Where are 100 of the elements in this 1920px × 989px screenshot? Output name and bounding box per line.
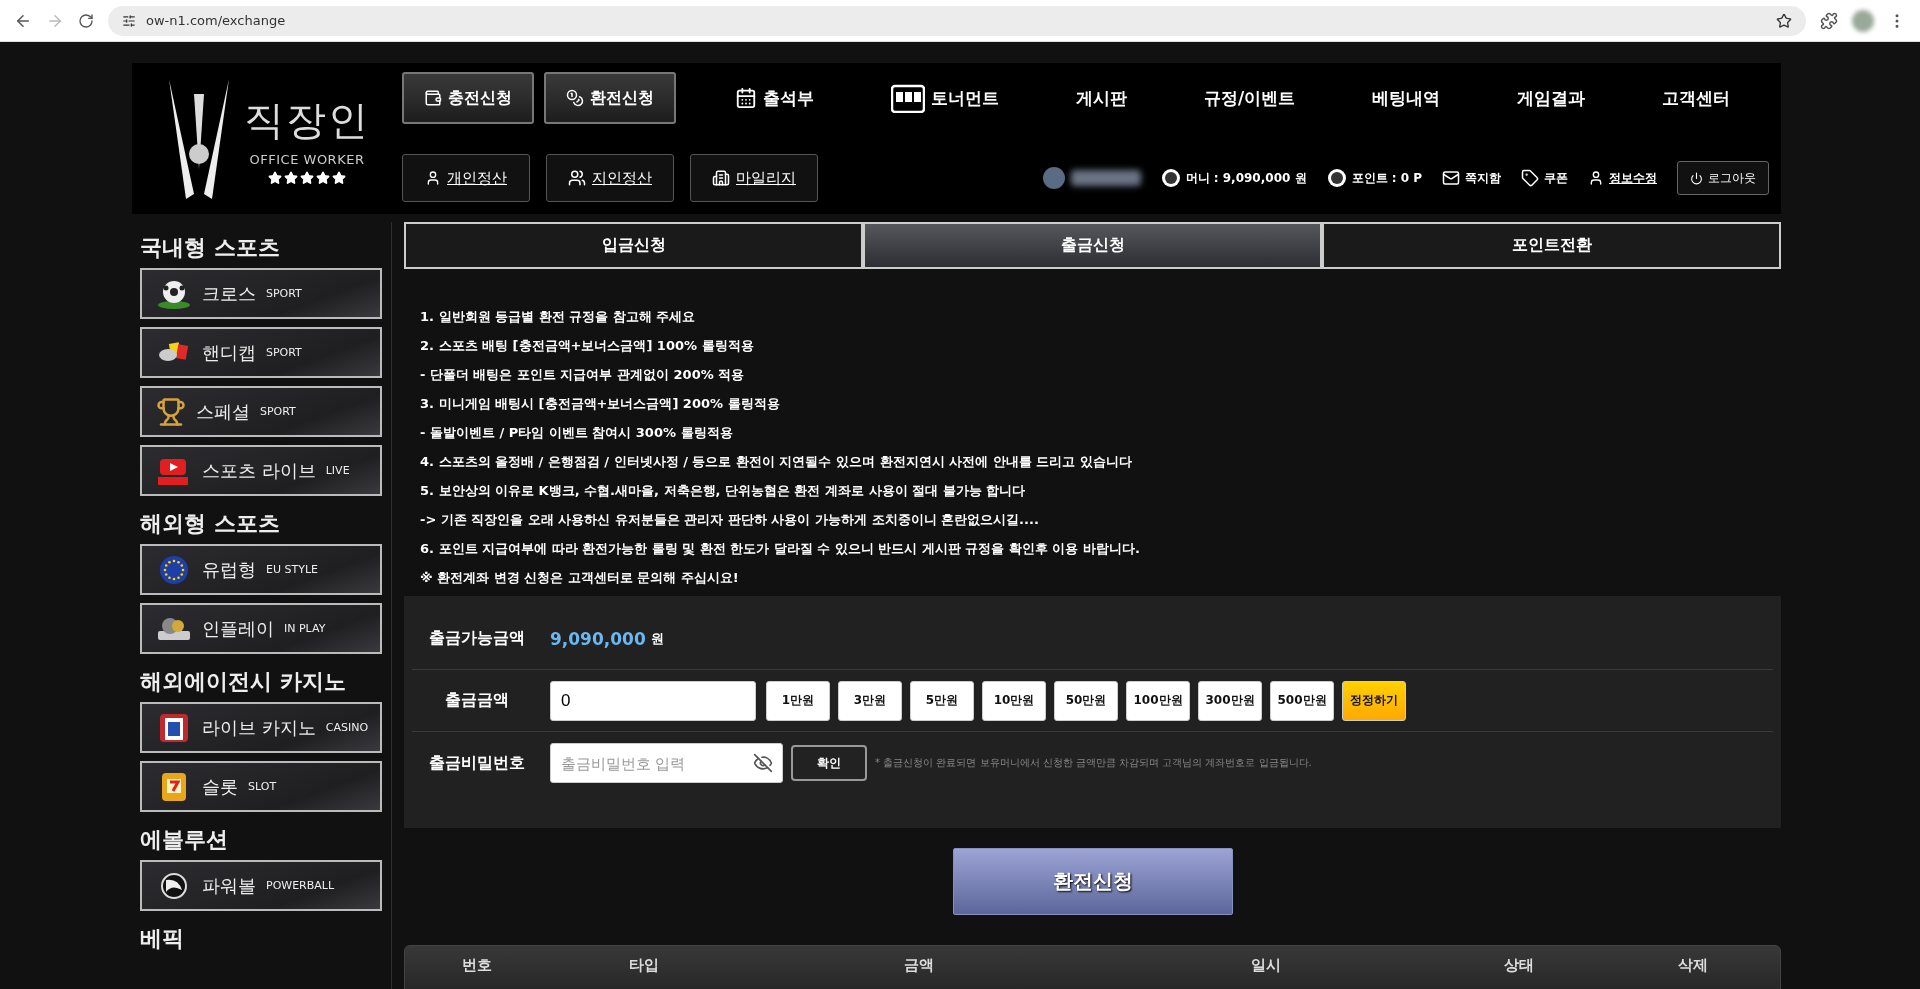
url-text: ow-n1.com/exchange	[146, 13, 286, 28]
notice-line: 3. 미니게임 배팅시 [충전금액+보너스금액] 200% 롤링적용	[420, 395, 781, 413]
quick-amount-button[interactable]: 300만원	[1198, 680, 1262, 721]
hint-text: * 출금신청이 완료되면 보유머니에서 신청한 금액만큼 차감되며 고객님의 계좌번호로 입금됩니다.	[875, 756, 1312, 770]
notice-line: ※ 환전계좌 변경 신청은 고객센터로 문의해 주십시요!	[420, 569, 740, 587]
sidebar-heading: 베픽	[140, 925, 185, 953]
sidebar-item[interactable]: 크로스 SPORT	[140, 268, 382, 319]
sidebar-item[interactable]: 슬롯 SLOT	[140, 761, 382, 812]
quick-amount-button[interactable]: 1만원	[766, 680, 830, 721]
trophy-icon	[156, 396, 186, 427]
point-balance: 포인트 : 0 P	[1351, 169, 1422, 187]
column-header: 금액	[902, 956, 935, 976]
notice-line: 5. 보안상의 이유로 K뱅크, 수협.새마을, 저축은행, 단위농협은 환전 계좌로 사용이 절대 불가능 합니다	[420, 482, 1027, 500]
quick-amount-button[interactable]: 100만원	[1126, 680, 1190, 721]
menu-button[interactable]: 환전신청	[544, 72, 676, 124]
wallet-icon	[424, 89, 442, 107]
slot-machine-icon	[890, 83, 925, 113]
quick-amount-button[interactable]: 10만원	[982, 680, 1046, 721]
reset-button[interactable]: 정정하기	[1342, 680, 1406, 721]
power-icon	[1690, 171, 1703, 185]
quick-amount-button[interactable]: 50만원	[1054, 680, 1118, 721]
available-amount: 9,090,000	[550, 628, 646, 649]
submit-button[interactable]: 환전신청	[952, 848, 1233, 915]
sidebar-item[interactable]: 핸디캡 SPORT	[140, 327, 382, 378]
tab[interactable]: 출금신청	[863, 222, 1322, 269]
tag-icon	[1521, 169, 1539, 187]
notice-line: 6. 포인트 지급여부에 따라 환전가능한 롤링 및 환전 한도가 달라질 수 있으니 반드시 게시판 규정을 확인후 이용 바랍니다.	[420, 540, 1141, 558]
site-settings-icon[interactable]	[122, 13, 136, 28]
coins-icon	[566, 89, 584, 107]
nav-link[interactable]: 게시판	[1075, 83, 1127, 113]
logout-button[interactable]: 로그아웃	[1677, 161, 1769, 195]
currency-unit: 원	[650, 629, 664, 648]
nav-link[interactable]: 게임결과	[1517, 83, 1586, 113]
sidebar-item[interactable]: 스페셜 SPORT	[140, 386, 382, 437]
notice-line: 4. 스포츠의 올정배 / 은행점검 / 인터넷사정 / 등으로 환전이 지연될수 있으며 환전지연시 사전에 안내를 드리고 있습니다	[420, 453, 1133, 471]
sidebar-item[interactable]: 라이브 카지노 CASINO	[140, 702, 382, 753]
calendar-icon	[734, 87, 757, 109]
column-header: 상태	[1503, 956, 1536, 976]
nav-link[interactable]: 규정/이벤트	[1203, 83, 1296, 113]
field-label: 출금비밀번호	[428, 752, 526, 774]
field-label: 출금금액	[444, 690, 510, 711]
nav-link[interactable]: 베팅내역	[1372, 83, 1441, 113]
bookmark-star-icon[interactable]	[1776, 12, 1792, 29]
menu-button[interactable]: 마일리지	[690, 154, 818, 202]
p-coin-icon	[1326, 168, 1347, 188]
star-icon	[316, 170, 330, 185]
menu-button[interactable]: 지인정산	[546, 154, 674, 202]
eye-off-icon[interactable]	[753, 753, 773, 773]
tab[interactable]: 포인트전환	[1322, 222, 1781, 269]
header-link[interactable]: 정보수정	[1588, 169, 1657, 187]
quick-amount-button[interactable]: 5만원	[910, 680, 974, 721]
menu-button[interactable]: 개인정산	[402, 154, 530, 202]
user-icon	[1588, 170, 1604, 186]
avatar-icon	[1041, 166, 1066, 190]
header-link[interactable]: 쿠폰	[1521, 169, 1568, 187]
sidebar-item[interactable]: 유럽형 EU STYLE	[140, 544, 382, 595]
w-coin-icon	[1160, 168, 1181, 188]
users-icon	[568, 169, 586, 187]
column-header: 일시	[1250, 956, 1283, 976]
mail-icon	[1442, 169, 1460, 187]
column-header: 번호	[461, 956, 494, 976]
sidebar-heading: 국내형 스포츠	[140, 234, 281, 262]
confirm-button[interactable]: 확인	[791, 745, 867, 781]
nav-link[interactable]: 고객센터	[1662, 83, 1731, 113]
nav-link[interactable]: 출석부	[734, 83, 814, 113]
tab[interactable]: 입금신청	[404, 222, 863, 269]
extensions-icon[interactable]	[1820, 11, 1838, 30]
star-icon	[332, 170, 346, 185]
sidebar-heading: 에볼루션	[140, 826, 229, 854]
notice-line: -> 기존 직장인을 오래 사용하신 유저분들은 관리자 판단하 사용이 가능하게 조치중이니 혼란없으시길....	[420, 511, 1040, 529]
column-header: 타입	[627, 956, 660, 976]
star-icon	[284, 170, 298, 185]
logo-title: 직장인	[244, 95, 370, 145]
notice-line: 2. 스포츠 배팅 [충전금액+보너스금액] 100% 롤링적용	[420, 337, 755, 355]
header-link[interactable]: 쪽지함	[1442, 169, 1501, 187]
quick-amount-button[interactable]: 3만원	[838, 680, 902, 721]
notice-line: - 단폴더 배팅은 포인트 지급여부 관계없이 200% 적용	[420, 366, 746, 384]
reload-icon[interactable]	[78, 12, 94, 29]
redacted-name	[1070, 170, 1141, 186]
building-icon	[712, 169, 730, 187]
quick-amount-button[interactable]: 500만원	[1270, 680, 1334, 721]
user-icon	[425, 170, 441, 186]
money-balance: 머니 : 9,090,000 원	[1185, 169, 1307, 187]
notice-line: 1. 일반회원 등급별 환전 규정을 참고해 주세요	[420, 308, 697, 326]
password-field[interactable]: 출금비밀번호 입력	[550, 743, 783, 783]
notice-line: - 돌발이벤트 / P타임 이벤트 참여시 300% 롤링적용	[420, 424, 734, 442]
logo-subtitle: OFFICE WORKER	[249, 151, 365, 167]
sidebar-heading: 해외형 스포츠	[140, 510, 281, 538]
star-icon	[268, 170, 282, 185]
sidebar-heading: 해외에이전시 카지노	[140, 668, 347, 696]
star-icon	[300, 170, 314, 185]
column-header: 삭제	[1677, 956, 1710, 976]
field-label: 출금가능금액	[428, 628, 526, 649]
sidebar-item[interactable]: 스포츠 라이브 LIVE	[140, 445, 382, 496]
sidebar-item[interactable]: 파워볼 POWERBALL	[140, 860, 382, 911]
nav-link[interactable]: 토너먼트	[890, 83, 999, 113]
menu-button[interactable]: 충전신청	[402, 72, 534, 124]
sidebar-item[interactable]: 인플레이 IN PLAY	[140, 603, 382, 654]
amount-input[interactable]: 0	[550, 680, 756, 721]
address-bar[interactable]: ow-n1.com/exchange	[108, 5, 1806, 36]
